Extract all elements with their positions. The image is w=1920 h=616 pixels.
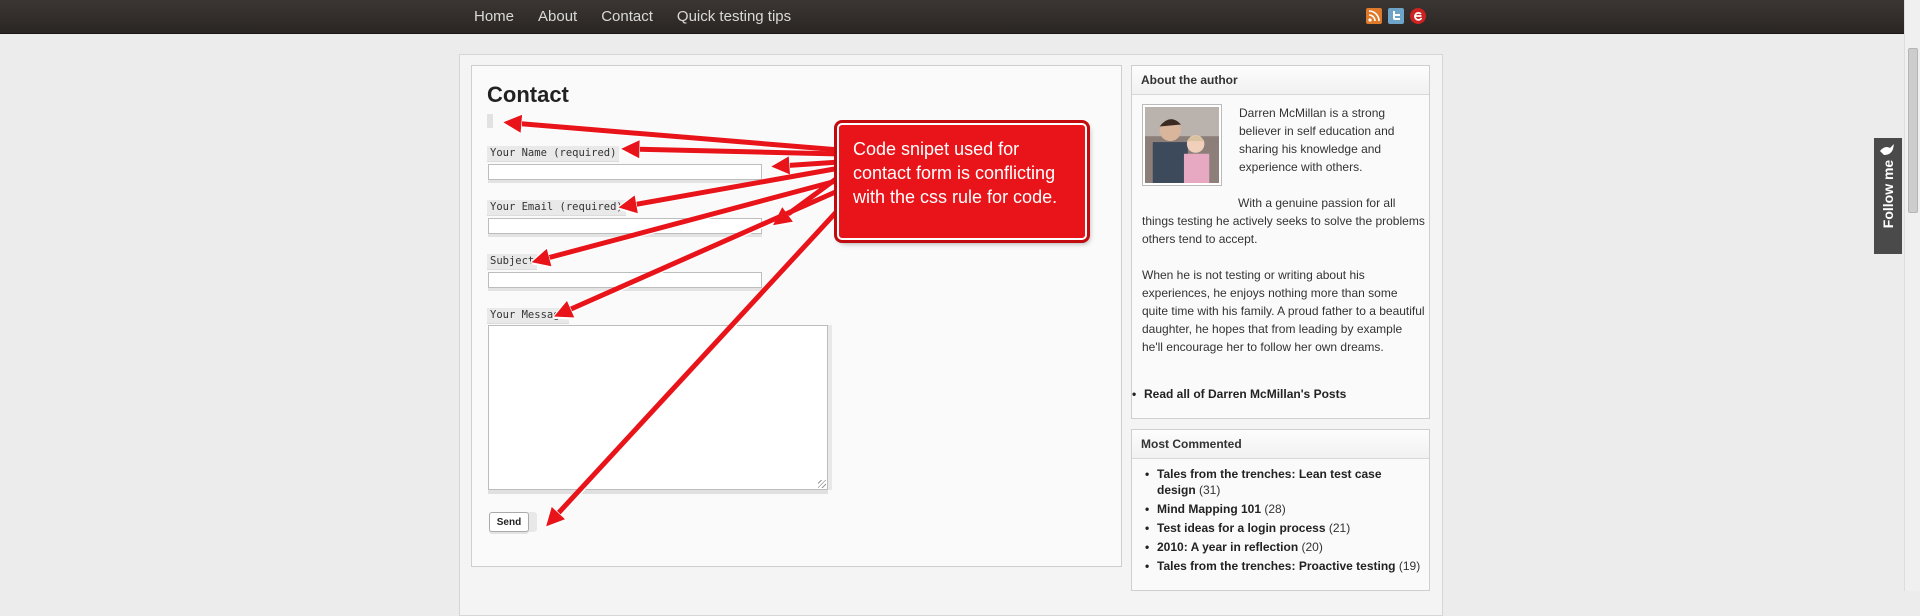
send-button[interactable]: Send — [489, 512, 529, 532]
comment-count: (31) — [1199, 483, 1221, 497]
list-item: 2010: A year in reflection (20) — [1145, 539, 1422, 555]
nav-about[interactable]: About — [526, 0, 589, 33]
post-link[interactable]: Tales from the trenches: Proactive testi… — [1157, 559, 1396, 573]
most-commented-heading: Most Commented — [1132, 430, 1429, 459]
annotation-callout: Code snipet used for contact form is con… — [837, 123, 1087, 240]
most-commented-widget: Most Commented Tales from the trenches: … — [1131, 429, 1430, 591]
comment-count: (28) — [1264, 502, 1286, 516]
nav-quick-testing-tips[interactable]: Quick testing tips — [665, 0, 803, 33]
comment-count: (19) — [1398, 559, 1421, 573]
list-item: Tales from the trenches: Proactive testi… — [1145, 558, 1422, 574]
author-bio-3: When he is not testing or writing about … — [1142, 268, 1425, 354]
main-nav: Home About Contact Quick testing tips — [474, 0, 803, 33]
post-link[interactable]: 2010: A year in reflection — [1157, 540, 1298, 554]
comment-count: (21) — [1328, 521, 1351, 535]
author-bio-2: With a genuine passion for all things te… — [1142, 196, 1425, 246]
rss-icon[interactable] — [1366, 8, 1382, 24]
name-field[interactable] — [488, 164, 762, 180]
nav-contact[interactable]: Contact — [589, 0, 665, 33]
subject-label: Subject — [487, 254, 538, 269]
top-navigation-bar: Home About Contact Quick testing tips — [0, 0, 1920, 34]
list-item: Tales from the trenches: Lean test case … — [1145, 466, 1422, 498]
code-block-artifact — [487, 114, 493, 128]
author-avatar — [1142, 104, 1222, 186]
read-all-posts-link[interactable]: Read all of Darren McMillan's Posts — [1132, 387, 1346, 401]
message-textarea[interactable] — [488, 325, 828, 490]
author-bio-1: Darren McMillan is a strong believer in … — [1239, 106, 1395, 174]
scrollbar-thumb[interactable] — [1908, 48, 1918, 213]
name-label: Your Name (required) — [487, 146, 620, 161]
page-title: Contact — [487, 82, 569, 107]
social-icons — [1366, 8, 1426, 24]
nav-home[interactable]: Home — [474, 0, 526, 33]
comment-count: (20) — [1301, 540, 1323, 554]
follow-me-label: Follow me — [1880, 159, 1896, 229]
most-commented-list: Tales from the trenches: Lean test case … — [1145, 466, 1422, 577]
post-link[interactable]: Test ideas for a login process — [1157, 521, 1326, 535]
follow-me-tab[interactable]: Follow me — [1874, 138, 1902, 254]
post-link[interactable]: Mind Mapping 101 — [1157, 502, 1261, 516]
author-photo-icon — [1145, 107, 1219, 183]
message-label: Your Message — [487, 308, 569, 323]
list-item: Test ideas for a login process (21) — [1145, 520, 1422, 536]
email-field[interactable] — [488, 218, 762, 234]
email-subscribe-icon[interactable] — [1410, 8, 1426, 24]
resize-grip-icon[interactable] — [818, 480, 826, 488]
subject-field[interactable] — [488, 272, 762, 288]
list-item: Mind Mapping 101 (28) — [1145, 501, 1422, 517]
email-label: Your Email (required) — [487, 200, 626, 215]
about-author-widget: About the author Darren McMillan is a st… — [1131, 65, 1430, 419]
vertical-scrollbar[interactable] — [1904, 0, 1920, 591]
twitter-icon[interactable] — [1388, 8, 1404, 24]
about-author-heading: About the author — [1132, 66, 1429, 95]
post-link[interactable]: Tales from the trenches: Lean test case … — [1157, 467, 1382, 497]
